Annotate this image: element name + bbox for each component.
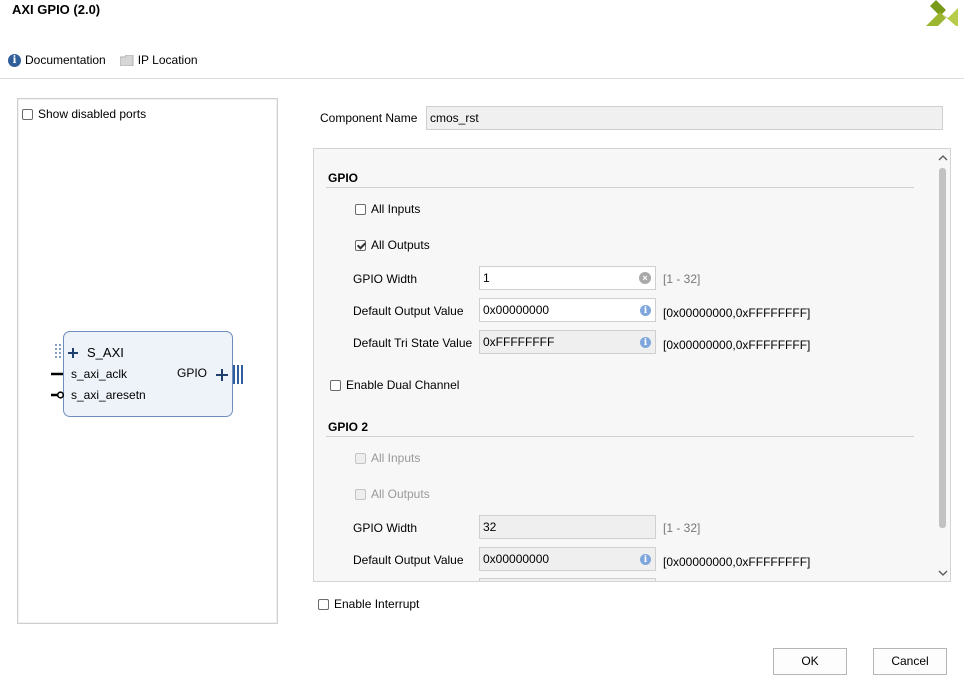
gpio-default-tri-range: [0x00000000,0xFFFFFFFF] [663,338,811,352]
component-name-label: Component Name [320,111,418,125]
xilinx-logo-icon [922,0,958,26]
config-scrollbar[interactable] [936,150,950,580]
s-axi-interface-label: S_AXI [87,345,124,360]
ok-button[interactable]: OK [773,648,847,675]
gpio2-default-output-label: Default Output Value [353,553,464,567]
component-name-field[interactable]: cmos_rst [426,106,943,130]
folder-icon [119,54,134,66]
documentation-link[interactable]: i Documentation [8,53,106,67]
gpio-all-outputs-label: All Outputs [371,238,430,252]
gpio-section-divider [326,187,914,188]
gpio2-all-outputs-checkbox [355,488,366,500]
gpio-default-tri-field: 0xFFFFFFFF [479,330,656,354]
gpio2-next-field-clipped [479,578,656,581]
gpio2-all-inputs-label: All Inputs [371,451,421,465]
gpio2-width-range: [1 - 32] [663,521,701,535]
s-axi-aresetn-port-label: s_axi_aresetn [71,388,146,402]
gpio2-section-title: GPIO 2 [328,420,369,434]
ip-location-link[interactable]: IP Location [119,53,198,67]
info-icon: i [640,554,651,565]
info-icon: i [640,337,651,348]
gpio2-all-outputs-toggle: All Outputs [355,487,430,501]
gpio2-all-outputs-label: All Outputs [371,487,430,501]
gpio2-width-field: 32 [479,515,656,539]
enable-dual-channel-toggle[interactable]: Enable Dual Channel [330,378,459,392]
show-disabled-ports-checkbox[interactable] [22,108,33,120]
enable-interrupt-toggle[interactable]: Enable Interrupt [318,597,419,611]
s-axi-aclk-port-label: s_axi_aclk [71,367,128,381]
toolbar-divider [0,78,964,79]
documentation-label: Documentation [25,53,106,67]
gpio-all-inputs-label: All Inputs [371,202,421,216]
show-disabled-ports-label: Show disabled ports [38,107,147,121]
enable-dual-channel-label: Enable Dual Channel [346,378,460,392]
clear-icon[interactable]: × [639,272,651,284]
gpio2-all-inputs-toggle: All Inputs [355,451,420,465]
gpio-default-tri-label: Default Tri State Value [353,336,473,350]
gpio-default-output-range: [0x00000000,0xFFFFFFFF] [663,306,811,320]
gpio2-default-output-field: 0x00000000 [479,547,656,571]
enable-dual-channel-checkbox[interactable] [330,379,341,391]
gpio2-width-label: GPIO Width [353,521,418,535]
gpio-all-inputs-checkbox[interactable] [355,203,366,215]
toolbar: i Documentation IP Location [8,52,212,68]
gpio2-section-divider [326,436,914,437]
show-disabled-ports-toggle[interactable]: Show disabled ports [22,107,146,121]
window-title: AXI GPIO (2.0) [12,2,101,17]
gpio-width-label: GPIO Width [353,272,418,286]
enable-interrupt-label: Enable Interrupt [334,597,420,611]
gpio-all-inputs-toggle[interactable]: All Inputs [355,202,420,216]
gpio-section-title: GPIO [328,171,359,185]
gpio-default-output-label: Default Output Value [353,304,464,318]
gpio-width-field[interactable]: 1 [479,266,656,290]
gpio-default-output-field[interactable]: 0x00000000 [479,298,656,322]
enable-interrupt-checkbox[interactable] [318,598,329,610]
gpio-interface-label: GPIO [177,366,208,380]
gpio2-default-output-range: [0x00000000,0xFFFFFFFF] [663,555,811,569]
info-icon: i [8,53,21,67]
cancel-button[interactable]: Cancel [873,648,947,675]
gpio-all-outputs-toggle[interactable]: All Outputs [355,238,430,252]
info-icon: i [640,305,651,316]
gpio-all-outputs-checkbox[interactable] [355,239,366,251]
gpio-width-range: [1 - 32] [663,272,701,286]
ip-location-label: IP Location [137,53,198,67]
gpio2-all-inputs-checkbox [355,452,366,464]
